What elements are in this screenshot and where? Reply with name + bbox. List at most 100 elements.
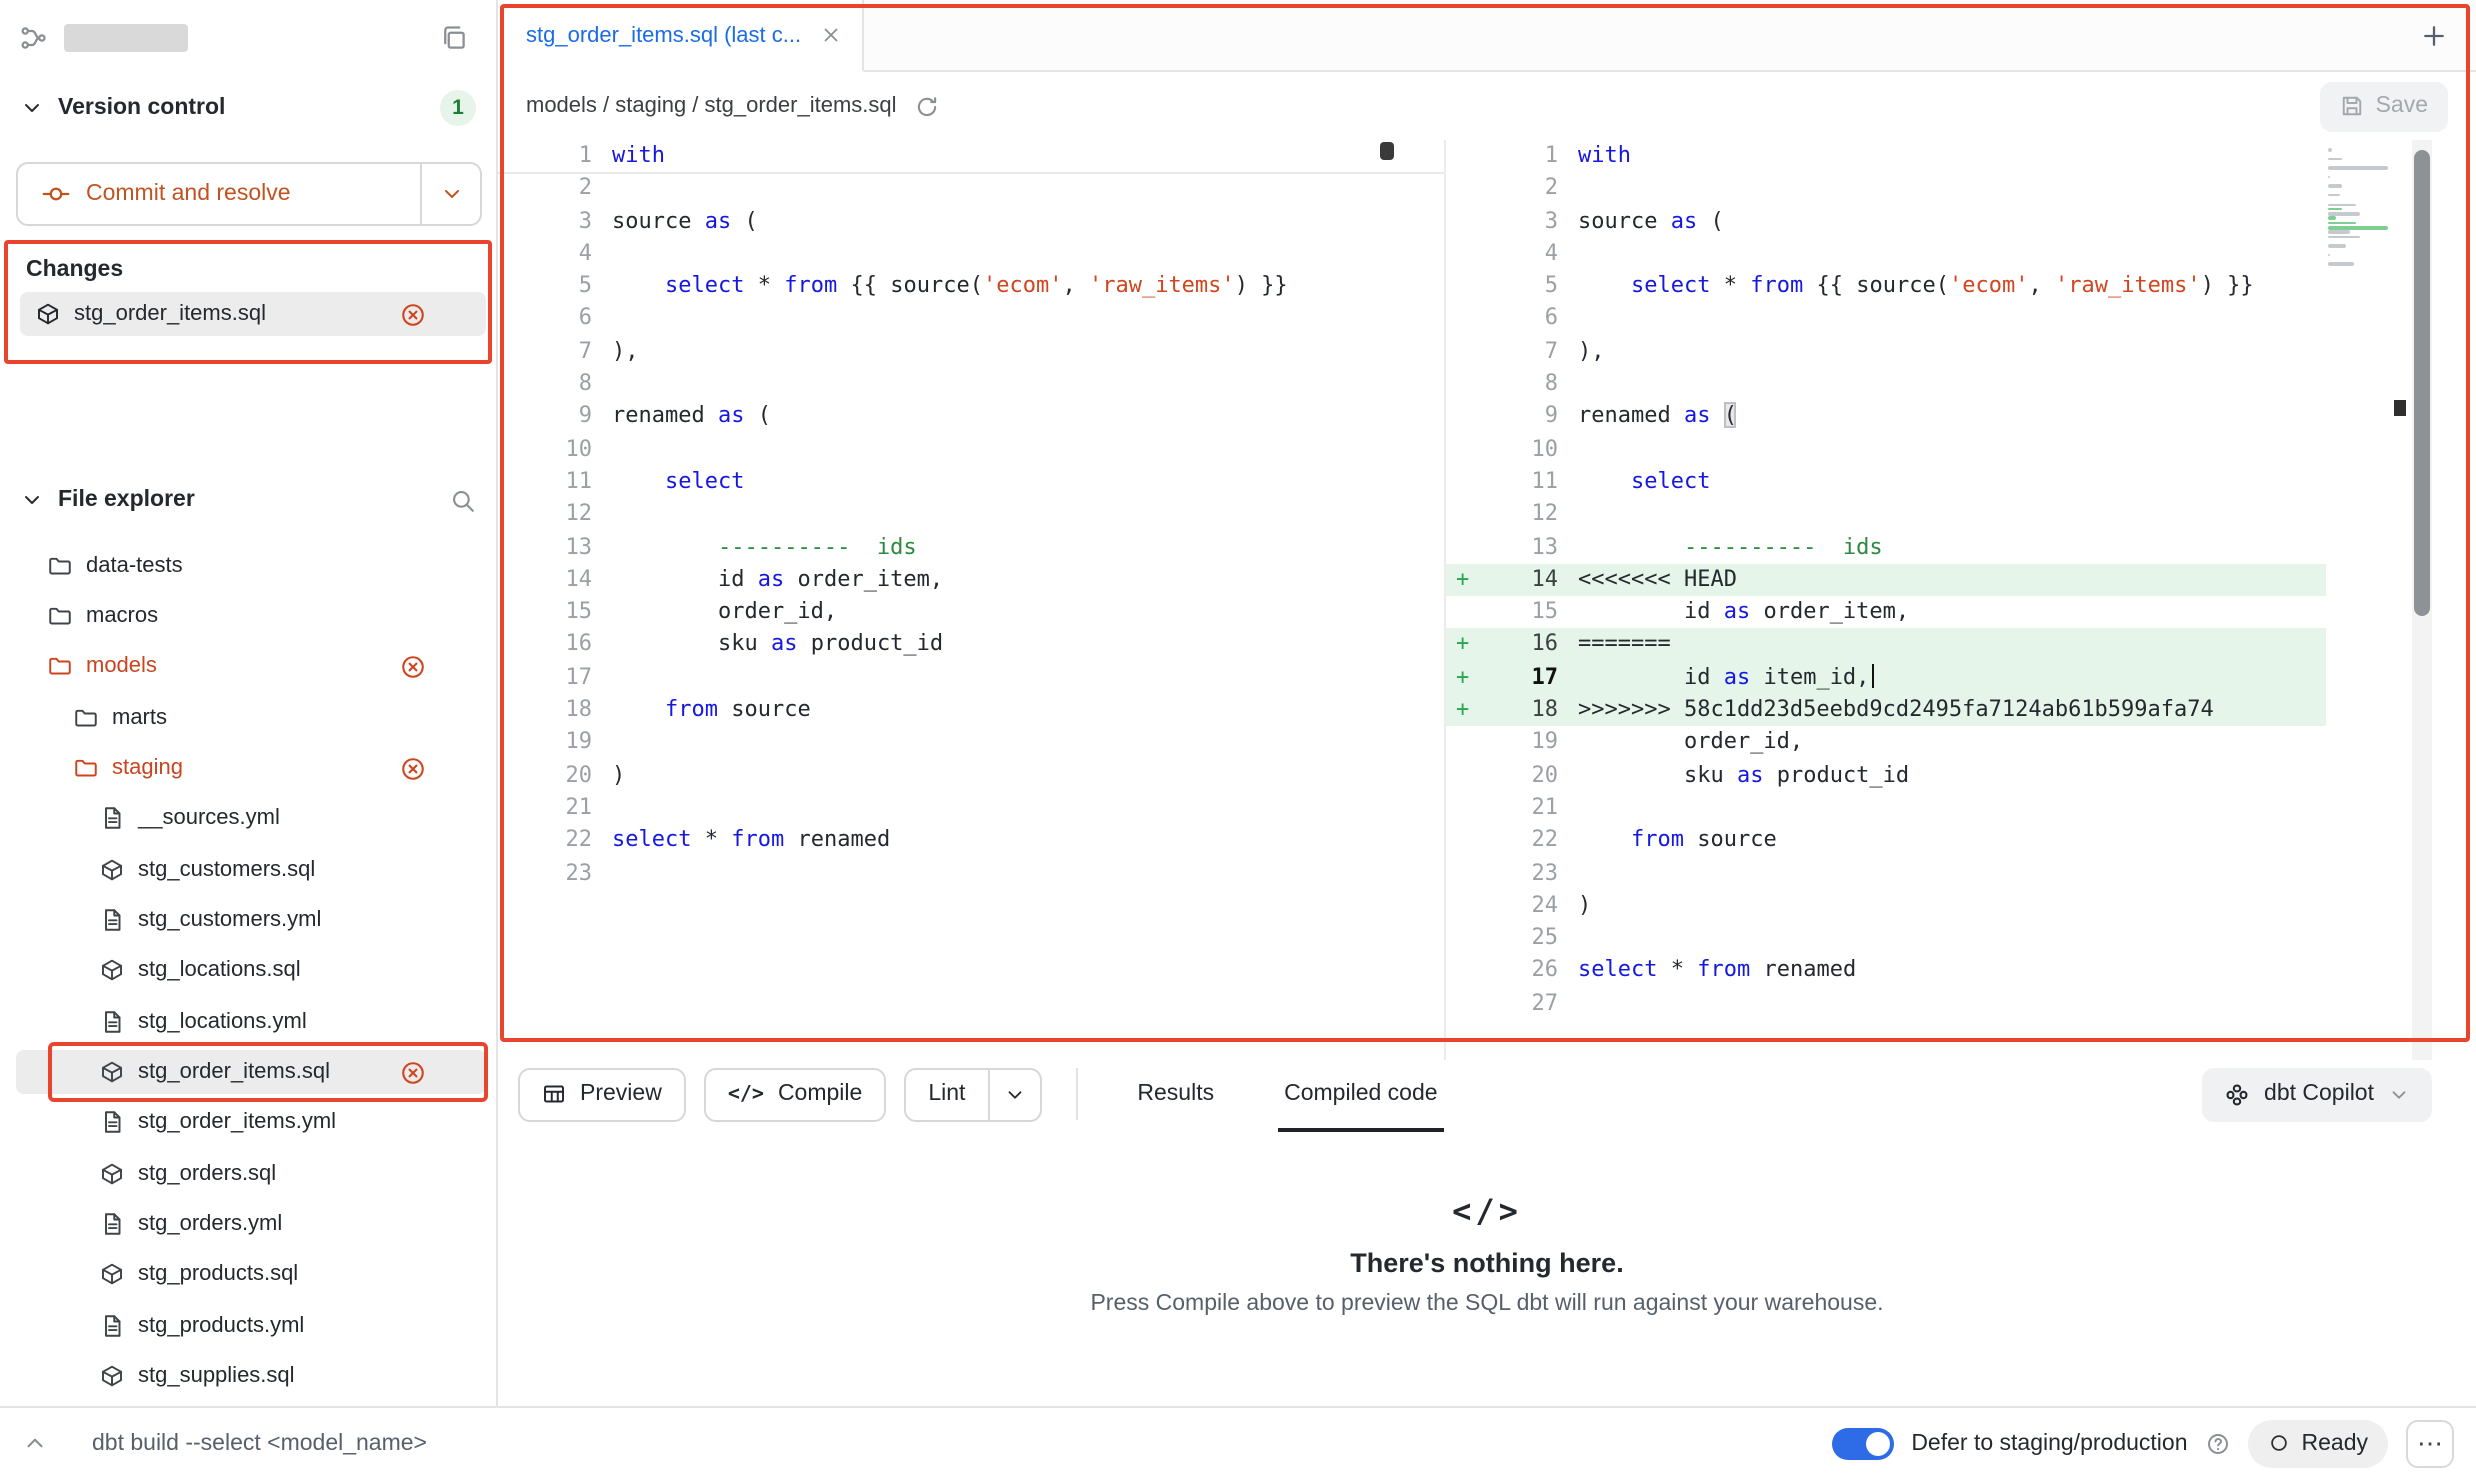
- version-control-header[interactable]: Version control 1: [20, 88, 476, 128]
- code-line[interactable]: 12: [498, 499, 1444, 532]
- tree-item-stg_locations.yml[interactable]: stg_locations.yml: [0, 996, 496, 1047]
- commit-and-resolve-button[interactable]: Commit and resolve: [16, 162, 482, 226]
- branch-graph-icon[interactable]: [20, 24, 48, 52]
- discard-change-icon[interactable]: [400, 755, 426, 781]
- tree-item-stg_orders.sql[interactable]: stg_orders.sql: [0, 1148, 496, 1199]
- changed-file-row[interactable]: stg_order_items.sql: [20, 292, 486, 336]
- more-options-button[interactable]: ⋯: [2406, 1419, 2454, 1467]
- code-line[interactable]: 1with: [1446, 140, 2326, 173]
- tree-item-staging[interactable]: staging: [0, 743, 496, 794]
- code-line[interactable]: 1with: [498, 140, 1444, 173]
- tree-item-models[interactable]: models: [0, 641, 496, 692]
- tree-item-stg_supplies.sql[interactable]: stg_supplies.sql: [0, 1351, 496, 1402]
- code-line[interactable]: 3source as (: [1446, 205, 2326, 238]
- vertical-scrollbar[interactable]: [2412, 140, 2432, 1060]
- refresh-icon[interactable]: [915, 93, 941, 119]
- code-line[interactable]: 8: [498, 368, 1444, 401]
- code-line[interactable]: 9renamed as (: [1446, 401, 2326, 434]
- code-line[interactable]: 21: [1446, 792, 2326, 825]
- code-line[interactable]: 24): [1446, 890, 2326, 923]
- tab-results[interactable]: Results: [1111, 1056, 1240, 1132]
- editor-pane-modified[interactable]: 1with23source as (45 select * from {{ so…: [1444, 140, 2476, 1060]
- code-line[interactable]: 13 ---------- ids: [498, 531, 1444, 564]
- code-line[interactable]: 4: [1446, 238, 2326, 271]
- ready-status[interactable]: Ready: [2248, 1419, 2389, 1467]
- lint-dropdown-button[interactable]: [989, 1067, 1041, 1121]
- code-line[interactable]: 4: [498, 238, 1444, 271]
- code-line[interactable]: 16 sku as product_id: [498, 629, 1444, 662]
- preview-button[interactable]: Preview: [518, 1067, 686, 1121]
- code-line[interactable]: 20): [498, 759, 1444, 792]
- tree-item-marts[interactable]: marts: [0, 692, 496, 743]
- discard-change-icon[interactable]: [400, 654, 426, 680]
- code-line[interactable]: 3source as (: [498, 205, 1444, 238]
- minimap[interactable]: [2328, 148, 2392, 272]
- tree-item-stg_products.yml[interactable]: stg_products.yml: [0, 1300, 496, 1351]
- file-explorer-header[interactable]: File explorer: [20, 480, 476, 520]
- code-line[interactable]: 15 order_id,: [498, 596, 1444, 629]
- dbt-copilot-button[interactable]: dbt Copilot: [2202, 1067, 2432, 1121]
- close-tab-icon[interactable]: [819, 24, 841, 46]
- tree-item-stg_orders.yml[interactable]: stg_orders.yml: [0, 1199, 496, 1250]
- code-line[interactable]: 17: [498, 662, 1444, 695]
- code-line[interactable]: 6: [1446, 303, 2326, 336]
- save-button[interactable]: Save: [2320, 81, 2448, 131]
- code-line[interactable]: 11 select: [1446, 466, 2326, 499]
- code-line[interactable]: 22 from source: [1446, 824, 2326, 857]
- code-line[interactable]: 23: [498, 857, 1444, 890]
- code-line[interactable]: 7),: [498, 336, 1444, 369]
- tree-item-stg_order_items.sql[interactable]: stg_order_items.sql: [0, 1047, 496, 1098]
- code-line[interactable]: 5 select * from {{ source('ecom', 'raw_i…: [1446, 270, 2326, 303]
- code-line[interactable]: +16=======: [1446, 629, 2326, 662]
- code-line[interactable]: 19 order_id,: [1446, 727, 2326, 760]
- copy-icon[interactable]: [440, 24, 468, 52]
- code-line[interactable]: 18 from source: [498, 694, 1444, 727]
- code-line[interactable]: 10: [498, 433, 1444, 466]
- tree-item-stg_order_items.yml[interactable]: stg_order_items.yml: [0, 1098, 496, 1149]
- code-line[interactable]: 23: [1446, 857, 2326, 890]
- defer-toggle[interactable]: [1831, 1427, 1893, 1459]
- commit-dropdown-button[interactable]: [420, 164, 480, 224]
- code-line[interactable]: +18>>>>>>> 58c1dd23d5eebd9cd2495fa7124ab…: [1446, 694, 2326, 727]
- code-line[interactable]: 9renamed as (: [498, 401, 1444, 434]
- code-line[interactable]: 6: [498, 303, 1444, 336]
- discard-change-icon[interactable]: [400, 1059, 426, 1085]
- code-line[interactable]: 22select * from renamed: [498, 824, 1444, 857]
- left-scrollbar-thumb[interactable]: [1380, 142, 1394, 160]
- code-line[interactable]: 25: [1446, 922, 2326, 955]
- discard-change-icon[interactable]: [400, 301, 426, 327]
- code-line[interactable]: 13 ---------- ids: [1446, 531, 2326, 564]
- code-line[interactable]: 19: [498, 727, 1444, 760]
- code-line[interactable]: 2: [498, 173, 1444, 206]
- tree-item-stg_products.sql[interactable]: stg_products.sql: [0, 1250, 496, 1301]
- chevron-up-icon[interactable]: [22, 1430, 48, 1456]
- tree-item-stg_customers.sql[interactable]: stg_customers.sql: [0, 844, 496, 895]
- code-line[interactable]: 26select * from renamed: [1446, 955, 2326, 988]
- tree-item-__sources.yml[interactable]: __sources.yml: [0, 793, 496, 844]
- lint-button[interactable]: Lint: [904, 1067, 989, 1121]
- editor-pane-original[interactable]: 1with23source as (45 select * from {{ so…: [498, 140, 1444, 1060]
- tree-item-stg_customers.yml[interactable]: stg_customers.yml: [0, 895, 496, 946]
- tree-item-stg_locations.sql[interactable]: stg_locations.sql: [0, 946, 496, 997]
- code-line[interactable]: 10: [1446, 433, 2326, 466]
- code-line[interactable]: 11 select: [498, 466, 1444, 499]
- help-icon[interactable]: [2206, 1431, 2230, 1455]
- code-line[interactable]: 14 id as order_item,: [498, 564, 1444, 597]
- code-line[interactable]: 8: [1446, 368, 2326, 401]
- code-line[interactable]: 15 id as order_item,: [1446, 596, 2326, 629]
- code-line[interactable]: 5 select * from {{ source('ecom', 'raw_i…: [498, 270, 1444, 303]
- code-line[interactable]: 27: [1446, 987, 2326, 1020]
- tab-stg-order-items[interactable]: stg_order_items.sql (last c...: [498, 0, 863, 72]
- search-icon[interactable]: [450, 487, 476, 513]
- tree-item-macros[interactable]: macros: [0, 591, 496, 642]
- code-line[interactable]: 20 sku as product_id: [1446, 759, 2326, 792]
- build-command[interactable]: dbt build --select <model_name>: [92, 1431, 427, 1455]
- code-line[interactable]: 12: [1446, 499, 2326, 532]
- compile-button[interactable]: </> Compile: [704, 1067, 887, 1121]
- code-line[interactable]: 2: [1446, 173, 2326, 206]
- code-line[interactable]: 21: [498, 792, 1444, 825]
- code-line[interactable]: +14<<<<<<< HEAD: [1446, 564, 2326, 597]
- tab-compiled-code[interactable]: Compiled code: [1258, 1056, 1463, 1132]
- new-tab-icon[interactable]: [2420, 21, 2448, 49]
- code-line[interactable]: 7),: [1446, 336, 2326, 369]
